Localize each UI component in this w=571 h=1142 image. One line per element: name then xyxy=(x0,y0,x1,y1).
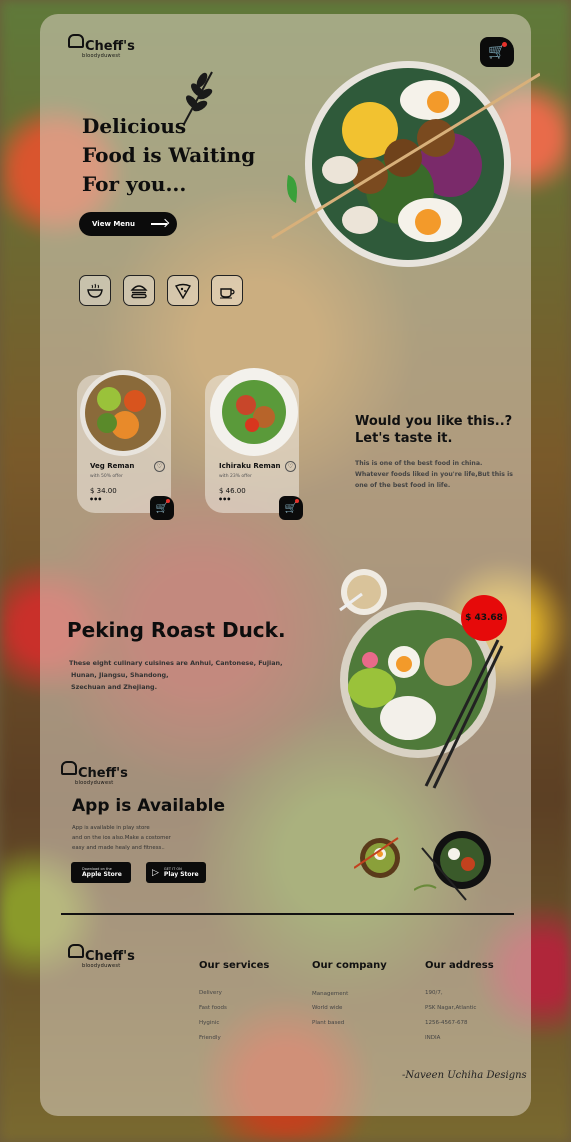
hero-food-bowl-image xyxy=(271,61,540,267)
promo-text: This is one of the best food in china. W… xyxy=(355,460,513,489)
card-title: Veg Reman xyxy=(90,462,135,470)
view-menu-label: View Menu xyxy=(92,220,136,228)
footer-address-heading: Our address xyxy=(425,960,494,971)
designer-signature: -Naveen Uchiha Designs xyxy=(402,1070,527,1081)
feature-text-line: Szechuan and Zhejiang. xyxy=(71,683,158,691)
app-text: App is available in play store and on th… xyxy=(72,823,212,853)
category-pizza[interactable] xyxy=(167,275,199,306)
address-line: INDIA xyxy=(425,1035,441,1041)
play-icon: ▷ xyxy=(152,867,159,878)
footer-link[interactable]: Fast foods xyxy=(199,1005,227,1011)
price-badge: $ 43.68 xyxy=(461,595,507,641)
veg-reman-bowl-image xyxy=(80,370,166,456)
chef-hat-icon xyxy=(68,944,84,958)
card-offer: with 23% offer xyxy=(219,474,252,479)
feature-text-line: Hunan, Jiangsu, Shandong, xyxy=(71,671,169,679)
coffee-cup-icon xyxy=(220,287,235,298)
view-menu-button[interactable]: View Menu xyxy=(79,212,177,236)
heart-icon[interactable]: ♡ xyxy=(285,461,296,472)
footer-divider xyxy=(61,913,514,915)
card-price: $ 34.00 xyxy=(90,487,117,495)
cart-icon: 🛒 xyxy=(155,502,169,514)
heart-icon[interactable]: ♡ xyxy=(154,461,165,472)
app-text-line: App is available in play store xyxy=(72,825,150,831)
footer-link[interactable]: Hyginic xyxy=(199,1020,219,1026)
footer-link[interactable]: Plant based xyxy=(312,1020,344,1026)
feature-text: These eight culinary cuisines are Anhui,… xyxy=(69,657,299,693)
apple-store-button[interactable]: Download on the Apple Store xyxy=(71,862,131,883)
ichiraku-reman-plate-image xyxy=(210,368,298,456)
cart-badge-dot xyxy=(295,499,299,503)
feature-title: Peking Roast Duck. xyxy=(67,618,286,642)
brand-tagline: bloodyduwest xyxy=(82,963,121,969)
feature-text-line: These eight culinary cuisines are Anhui,… xyxy=(69,659,283,667)
brand-tagline: bloodyduwest xyxy=(75,780,114,786)
address-line: 190/7, xyxy=(425,990,443,996)
play-store-button[interactable]: ▷ GET IT ON Play Store xyxy=(146,862,206,883)
small-bowl-image xyxy=(354,837,400,878)
hero-title-line-1: Delicious xyxy=(82,114,187,138)
play-store-label: Play Store xyxy=(163,871,199,878)
footer-link[interactable]: World wide xyxy=(312,1005,342,1011)
address-line: PSK Nagar,Atlantic xyxy=(425,1005,477,1011)
app-text-line: and on the ios also.Make a costomer xyxy=(72,835,171,841)
brand-tagline: bloodyduwest xyxy=(82,53,121,59)
card-more-dots[interactable]: ••• xyxy=(89,495,102,504)
brand-name: Cheff's xyxy=(78,766,128,781)
pizza-icon xyxy=(174,283,192,299)
footer-link[interactable]: Delivery xyxy=(199,990,222,996)
category-soup[interactable] xyxy=(79,275,111,306)
brand-logo[interactable]: Cheff's bloodyduwest xyxy=(68,34,135,59)
card-more-dots[interactable]: ••• xyxy=(218,495,231,504)
hero-title: Delicious Food is Waiting For you... xyxy=(82,112,255,199)
chef-hat-icon xyxy=(61,761,77,775)
hero-title-line-2: Food is Waiting xyxy=(82,143,256,167)
card-title: Ichiraku Reman xyxy=(219,462,281,470)
burger-icon xyxy=(130,284,148,298)
cart-icon: 🛒 xyxy=(284,502,298,514)
address-line: 1256-4567-678 xyxy=(425,1020,468,1026)
promo-title-line-2: Let's taste it. xyxy=(355,431,453,446)
footer-link[interactable]: Management xyxy=(312,991,348,997)
promo-title: Would you like this..? Let's taste it. xyxy=(355,413,512,447)
app-title: App is Available xyxy=(72,796,226,816)
chef-hat-icon xyxy=(68,34,84,48)
brand-name: Cheff's xyxy=(85,39,135,54)
hero-title-line-3: For you... xyxy=(82,172,187,196)
soup-bowl-icon xyxy=(87,283,103,298)
app-text-line: easy and made healy and fitness.. xyxy=(72,845,165,851)
cart-badge-dot xyxy=(502,42,507,47)
add-to-cart-button[interactable]: 🛒 xyxy=(150,496,174,520)
apple-store-label: Apple Store xyxy=(82,871,122,878)
card-price: $ 46.00 xyxy=(219,487,246,495)
black-bowl-image xyxy=(414,831,491,901)
brand-name: Cheff's xyxy=(85,949,135,964)
promo-title-line-1: Would you like this..? xyxy=(355,414,513,429)
arrow-right-icon xyxy=(151,223,167,225)
footer-company-heading: Our company xyxy=(312,960,387,971)
category-coffee[interactable] xyxy=(211,275,243,306)
category-burger[interactable] xyxy=(123,275,155,306)
add-to-cart-button[interactable]: 🛒 xyxy=(279,496,303,520)
footer-link[interactable]: Friendly xyxy=(199,1035,221,1041)
footer-brand-logo[interactable]: Cheff's bloodyduwest xyxy=(68,944,135,969)
cart-badge-dot xyxy=(166,499,170,503)
card-offer: with 50% offer xyxy=(90,474,123,479)
footer-services-heading: Our services xyxy=(199,960,270,971)
brand-logo[interactable]: Cheff's bloodyduwest xyxy=(61,761,128,786)
